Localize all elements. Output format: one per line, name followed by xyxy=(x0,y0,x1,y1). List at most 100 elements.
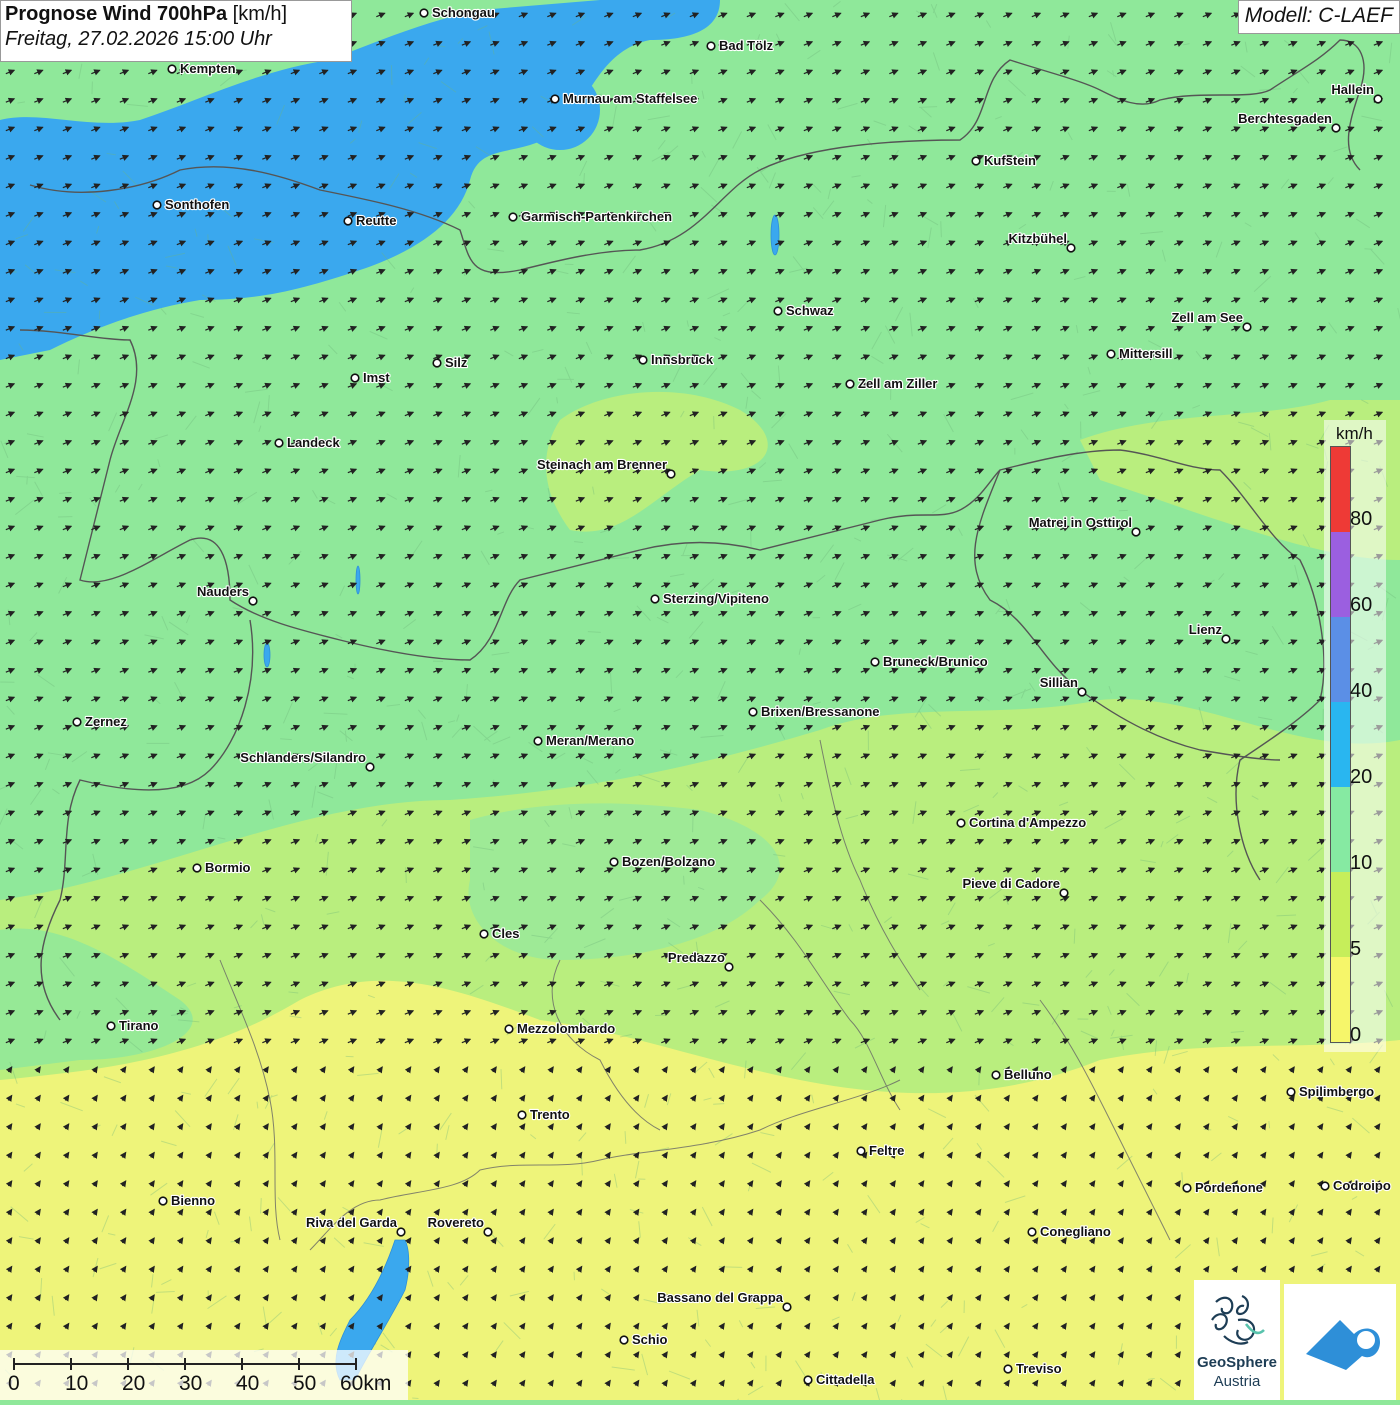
city-marker[interactable]: Garmisch-Partenkirchen xyxy=(509,209,672,224)
cloud-app-icon xyxy=(1284,1284,1396,1400)
city-dot[interactable] xyxy=(484,1228,492,1236)
map-canvas[interactable]: SchongauBad TölzKemptenMurnau am Staffel… xyxy=(0,0,1400,1400)
legend-swatch xyxy=(1331,447,1350,532)
city-dot[interactable] xyxy=(366,763,374,771)
city-dot[interactable] xyxy=(1067,244,1075,252)
city-label: Lienz xyxy=(1189,622,1223,637)
city-label: Zell am See xyxy=(1171,310,1243,325)
scale-bar: 0102030405060km xyxy=(0,1350,408,1400)
city-marker[interactable]: Conegliano xyxy=(1028,1224,1111,1239)
city-label: Berchtesgaden xyxy=(1238,111,1332,126)
city-dot[interactable] xyxy=(846,380,854,388)
city-dot[interactable] xyxy=(774,307,782,315)
city-label: Cortina d'Ampezzo xyxy=(969,815,1086,830)
city-dot[interactable] xyxy=(509,213,517,221)
legend-tick-label: 40 xyxy=(1350,680,1372,703)
city-dot[interactable] xyxy=(1243,323,1251,331)
city-dot[interactable] xyxy=(159,1197,167,1205)
city-dot[interactable] xyxy=(351,374,359,382)
city-dot[interactable] xyxy=(1374,95,1382,103)
city-dot[interactable] xyxy=(433,359,441,367)
city-marker[interactable]: Brixen/Bressanone xyxy=(749,704,879,719)
city-marker[interactable]: Sterzing/Vipiteno xyxy=(651,591,769,606)
city-dot[interactable] xyxy=(505,1025,513,1033)
city-marker[interactable]: Murnau am Staffelsee xyxy=(551,91,697,106)
city-dot[interactable] xyxy=(992,1071,1000,1079)
city-label: Murnau am Staffelsee xyxy=(563,91,697,106)
city-dot[interactable] xyxy=(707,42,715,50)
city-dot[interactable] xyxy=(749,708,757,716)
city-label: Nauders xyxy=(197,584,249,599)
city-dot[interactable] xyxy=(725,963,733,971)
city-dot[interactable] xyxy=(783,1303,791,1311)
city-dot[interactable] xyxy=(420,9,428,17)
city-dot[interactable] xyxy=(518,1111,526,1119)
city-dot[interactable] xyxy=(1321,1182,1329,1190)
city-dot[interactable] xyxy=(1132,528,1140,536)
city-marker[interactable]: Meran/Merano xyxy=(534,733,634,748)
city-dot[interactable] xyxy=(193,864,201,872)
city-label: Schio xyxy=(632,1332,667,1347)
city-dot[interactable] xyxy=(1060,889,1068,897)
city-dot[interactable] xyxy=(957,819,965,827)
city-dot[interactable] xyxy=(397,1228,405,1236)
city-dot[interactable] xyxy=(249,597,257,605)
city-label: Bormio xyxy=(205,860,251,875)
app-logo[interactable] xyxy=(1284,1284,1396,1400)
city-dot[interactable] xyxy=(275,439,283,447)
city-dot[interactable] xyxy=(610,858,618,866)
city-label: Mezzolombardo xyxy=(517,1021,615,1036)
color-legend: km/h 806040201050 xyxy=(1324,420,1386,1052)
city-dot[interactable] xyxy=(1183,1184,1191,1192)
city-marker[interactable]: Zell am Ziller xyxy=(846,376,937,391)
city-marker[interactable]: Bruneck/Brunico xyxy=(871,654,988,669)
city-marker[interactable]: Sonthofen xyxy=(153,197,229,212)
city-dot[interactable] xyxy=(651,595,659,603)
city-marker[interactable]: Pordenone xyxy=(1183,1180,1263,1195)
city-dot[interactable] xyxy=(480,930,488,938)
city-label: Riva del Garda xyxy=(306,1215,398,1230)
scale-label: 20 xyxy=(122,1372,145,1396)
city-label: Bassano del Grappa xyxy=(657,1290,783,1305)
city-dot[interactable] xyxy=(1332,124,1340,132)
city-dot[interactable] xyxy=(534,737,542,745)
city-dot[interactable] xyxy=(168,65,176,73)
legend-unit: km/h xyxy=(1336,424,1373,444)
legend-tick-label: 20 xyxy=(1350,766,1372,789)
city-dot[interactable] xyxy=(1107,350,1115,358)
city-marker[interactable]: Spilimbergo xyxy=(1287,1084,1374,1099)
city-dot[interactable] xyxy=(1028,1228,1036,1236)
city-dot[interactable] xyxy=(804,1376,812,1384)
city-label: Steinach am Brenner xyxy=(537,457,667,472)
city-dot[interactable] xyxy=(1078,688,1086,696)
city-dot[interactable] xyxy=(1004,1365,1012,1373)
city-label: Cittadella xyxy=(816,1372,875,1387)
city-dot[interactable] xyxy=(551,95,559,103)
city-dot[interactable] xyxy=(1222,635,1230,643)
city-dot[interactable] xyxy=(972,157,980,165)
city-label: Conegliano xyxy=(1040,1224,1111,1239)
city-dot[interactable] xyxy=(1287,1088,1295,1096)
city-label: Brixen/Bressanone xyxy=(761,704,880,719)
city-label: Silz xyxy=(445,355,468,370)
city-marker[interactable]: Innsbruck xyxy=(639,352,714,367)
city-dot[interactable] xyxy=(639,356,647,364)
city-dot[interactable] xyxy=(344,217,352,225)
city-dot[interactable] xyxy=(667,470,675,478)
city-dot[interactable] xyxy=(871,658,879,666)
city-dot[interactable] xyxy=(73,718,81,726)
city-marker[interactable]: Mezzolombardo xyxy=(505,1021,615,1036)
city-dot[interactable] xyxy=(620,1336,628,1344)
city-dot[interactable] xyxy=(153,201,161,209)
city-marker[interactable]: Bozen/Bolzano xyxy=(610,854,715,869)
city-label: Sonthofen xyxy=(165,197,229,212)
city-marker[interactable]: Schongau xyxy=(420,5,495,20)
logo-name-line2: Austria xyxy=(1194,1373,1280,1390)
city-label: Bad Tölz xyxy=(719,38,774,53)
city-marker[interactable]: Cortina d'Ampezzo xyxy=(957,815,1086,830)
scale-label: 10 xyxy=(65,1372,88,1396)
city-dot[interactable] xyxy=(107,1022,115,1030)
city-dot[interactable] xyxy=(857,1147,865,1155)
legend-swatch xyxy=(1331,702,1350,787)
geosphere-logo[interactable]: GeoSphere Austria xyxy=(1194,1280,1280,1400)
